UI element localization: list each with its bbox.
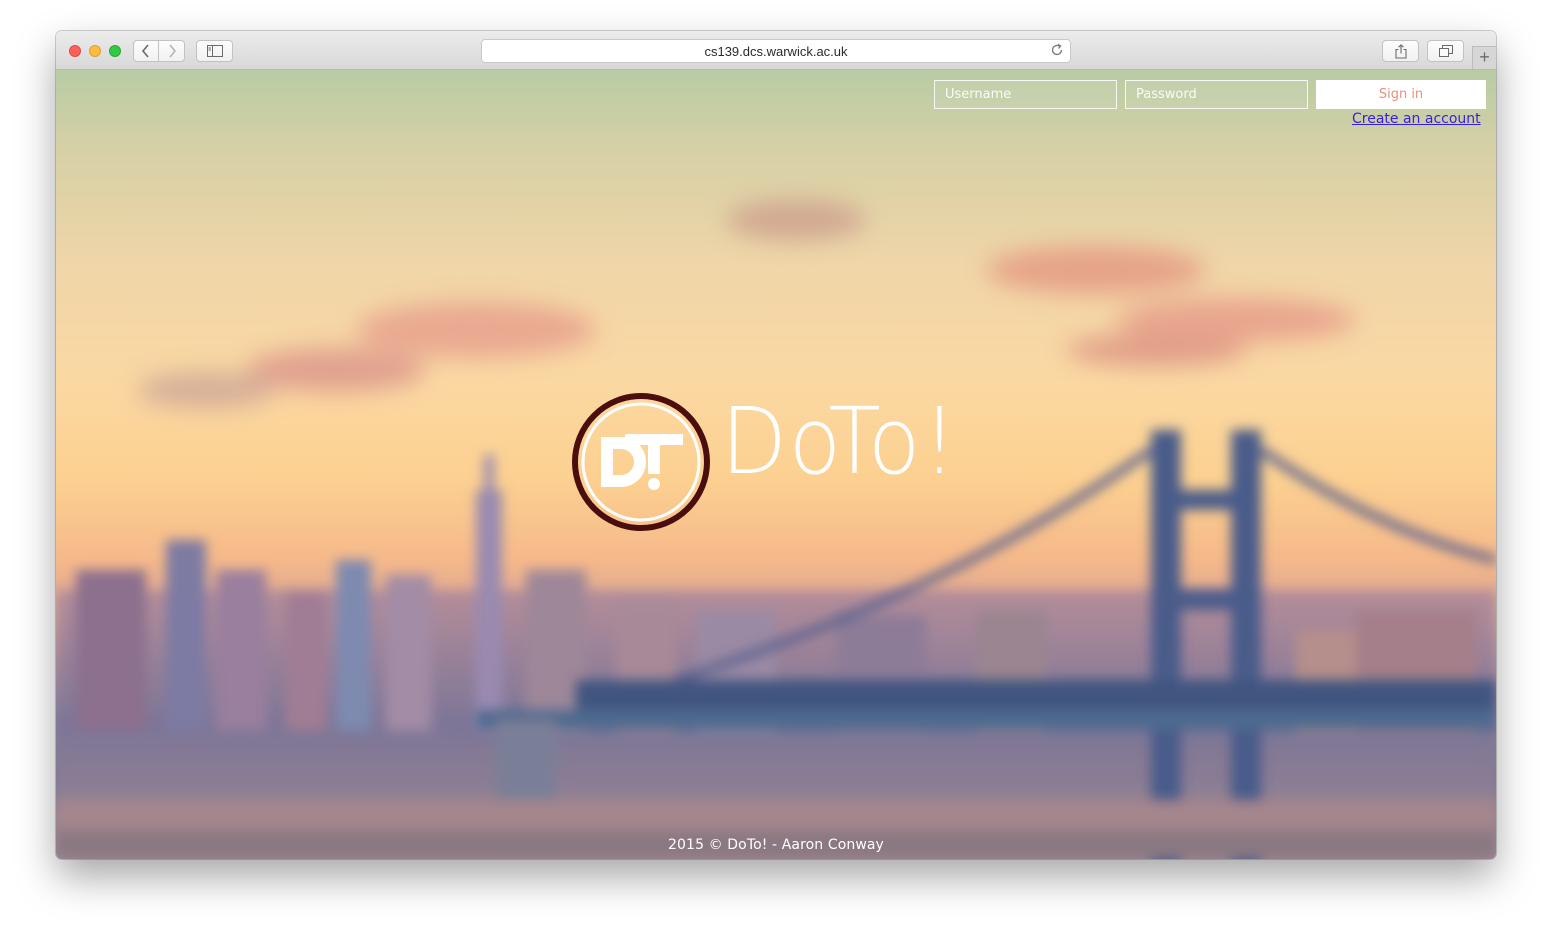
sidebar-toggle-button[interactable] [196,40,233,62]
share-button[interactable] [1382,40,1419,62]
forward-button[interactable] [159,40,185,62]
back-button[interactable] [133,40,159,62]
address-text: cs139.dcs.warwick.ac.uk [704,44,848,59]
footer-copyright: 2015 © DoTo! - Aaron Conway [668,837,884,853]
new-tab-button[interactable]: + [1472,46,1496,69]
share-icon [1394,43,1407,59]
reload-icon[interactable] [1050,43,1064,57]
desktop: cs139.dcs.warwick.ac.uk + Username Sign … [0,0,1552,940]
tabs-overview-icon [1438,45,1453,57]
chevron-left-icon [141,44,149,58]
create-account-link[interactable]: Create an account [1352,111,1481,127]
address-bar[interactable]: cs139.dcs.warwick.ac.uk [481,39,1071,63]
sign-in-button[interactable]: Sign in [1316,80,1486,109]
show-tabs-button[interactable] [1427,40,1464,62]
brand-logo: DoTo! [571,392,971,534]
password-input[interactable] [1125,80,1308,109]
doto-logo-mark-icon [572,393,710,531]
close-window-button[interactable] [69,45,81,57]
browser-toolbar: cs139.dcs.warwick.ac.uk + [56,31,1496,70]
sidebar-icon [206,45,223,57]
navigation-buttons [133,40,186,62]
browser-window: cs139.dcs.warwick.ac.uk + Username Sign … [56,31,1496,859]
zoom-window-button[interactable] [109,45,121,57]
username-input[interactable] [934,80,1117,109]
login-form: Sign in Create an account [56,70,1496,140]
minimize-window-button[interactable] [89,45,101,57]
web-page: Sign in Create an account DoTo! 2015 © D… [56,70,1496,859]
chevron-right-icon [168,44,176,58]
brand-title: DoTo! [721,388,959,495]
